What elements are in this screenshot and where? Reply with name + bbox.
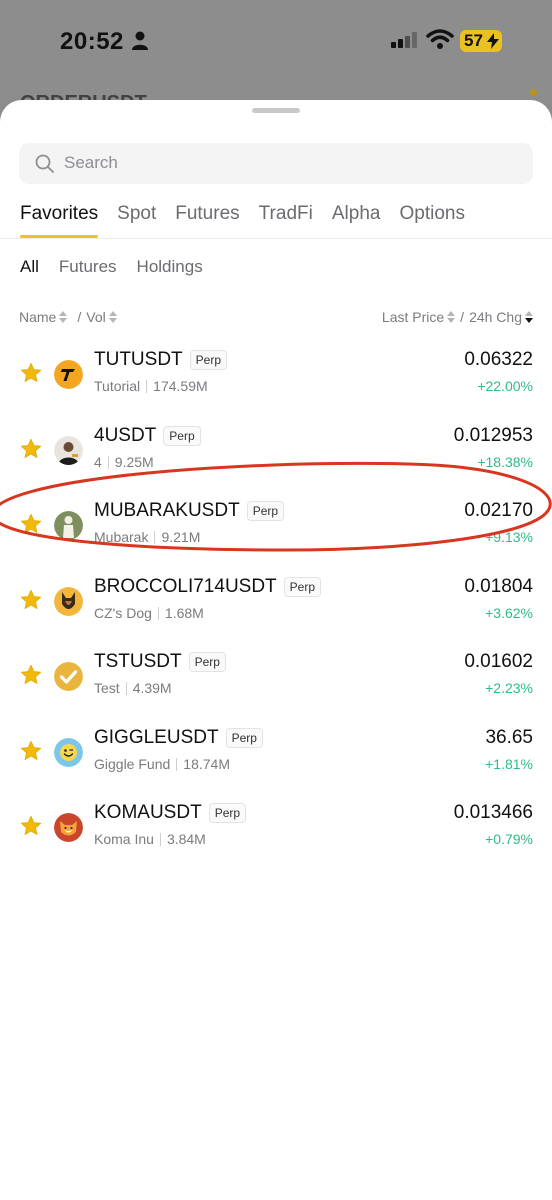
symbol: 4USDT (94, 425, 157, 446)
status-bar: 20:52 57 ORDERUSDT (0, 0, 552, 114)
change-percent: +2.23% (485, 680, 533, 696)
symbol: KOMAUSDT (94, 802, 202, 823)
cellular-signal-icon (391, 32, 417, 48)
koma-token-icon (54, 813, 83, 842)
perp-badge: Perp (246, 501, 285, 521)
volume: 1.68M (164, 605, 204, 621)
last-price: 0.01602 (464, 651, 533, 672)
asset-name: Giggle Fund (94, 756, 171, 772)
symbol: MUBARAKUSDT (94, 500, 240, 521)
volume: 18.74M (183, 756, 230, 772)
tab-favorites[interactable]: Favorites (20, 203, 99, 238)
perp-badge: Perp (208, 803, 247, 823)
change-percent: +9.13% (485, 529, 533, 545)
star-filled-icon[interactable] (20, 513, 42, 535)
column-header-price-change: Last Price / 24h Chg (382, 309, 533, 325)
battery-level: 57 (464, 31, 483, 50)
list-item[interactable]: MUBARAKUSDT Perp Mubarak 9.21M 0.02170 +9.… (0, 493, 552, 553)
volume: 4.39M (132, 680, 172, 696)
battery-indicator: 57 (460, 30, 502, 52)
tab-tradfi[interactable]: TradFi (259, 203, 313, 238)
list-item[interactable]: KOMAUSDT Perp Koma Inu 3.84M 0.013466 +0.7… (0, 795, 552, 855)
sort-by-last-price[interactable]: Last Price (382, 309, 444, 325)
dog-token-icon (54, 587, 83, 616)
last-price: 0.01804 (464, 576, 533, 597)
tab-options[interactable]: Options (399, 203, 464, 238)
tab-futures[interactable]: Futures (175, 203, 239, 238)
star-filled-icon[interactable] (20, 589, 42, 611)
subtab-futures[interactable]: Futures (59, 257, 117, 277)
last-price: 0.013466 (453, 802, 533, 823)
asset-name: Tutorial (94, 378, 141, 394)
tabs-divider (0, 238, 552, 239)
list-item[interactable]: GIGGLEUSDT Perp Giggle Fund 18.74M 36.65 +… (0, 720, 552, 780)
volume: 174.59M (153, 378, 208, 394)
wifi-icon (426, 29, 454, 49)
star-filled-icon[interactable] (20, 664, 42, 686)
volume: 3.84M (166, 831, 206, 847)
last-price: 0.06322 (464, 349, 533, 370)
giggle-token-icon (54, 738, 83, 767)
checkmark-token-icon (54, 662, 83, 691)
change-percent: +0.79% (485, 831, 533, 847)
list-item[interactable]: 4USDT Perp 4 9.25M 0.012953 +18.38% (0, 418, 552, 478)
asset-name: Koma Inu (94, 831, 154, 847)
asset-name: 4 (94, 454, 102, 470)
perp-badge: Perp (188, 652, 226, 672)
change-percent: +22.00% (477, 378, 533, 394)
sort-by-vol[interactable]: Vol (86, 309, 105, 325)
tab-alpha[interactable]: Alpha (332, 203, 381, 238)
subtab-all[interactable]: All (20, 257, 39, 277)
list-item[interactable]: BROCCOLI714USDT Perp CZ's Dog 1.68M 0.0180… (0, 569, 552, 629)
mubarak-token-icon (54, 511, 83, 540)
last-price: 0.012953 (453, 425, 533, 446)
list-item[interactable]: TUTUSDT Perp Tutorial 174.59M 0.06322 +22.… (0, 342, 552, 402)
list-item[interactable]: TSTUSDT Perp Test 4.39M 0.01602 +2.23% (0, 644, 552, 704)
star-filled-icon[interactable] (20, 362, 42, 384)
tab-spot[interactable]: Spot (117, 203, 156, 238)
subtab-holdings[interactable]: Holdings (137, 257, 203, 277)
perp-badge: Perp (163, 426, 201, 446)
sort-icon[interactable] (59, 310, 68, 324)
symbol: GIGGLEUSDT (94, 727, 219, 748)
asset-name: Test (94, 680, 120, 696)
change-percent: +1.81% (485, 756, 533, 772)
symbol: TSTUSDT (94, 651, 182, 672)
asset-name: CZ's Dog (94, 605, 152, 621)
search-placeholder: Search (64, 153, 118, 172)
notification-dot (530, 89, 537, 96)
search-input[interactable]: Search (19, 143, 533, 184)
perp-badge: Perp (189, 350, 228, 370)
perp-badge: Perp (225, 728, 263, 748)
4-token-icon (54, 436, 83, 465)
star-filled-icon[interactable] (20, 740, 42, 762)
sort-desc-icon[interactable] (525, 310, 533, 324)
star-filled-icon[interactable] (20, 815, 42, 837)
perp-badge: Perp (283, 577, 322, 597)
search-icon (35, 154, 54, 173)
asset-name: Mubarak (94, 529, 149, 545)
sort-icon[interactable] (108, 310, 117, 324)
charging-bolt-icon (487, 33, 499, 49)
person-icon (132, 31, 148, 50)
sort-by-change[interactable]: 24h Chg (469, 309, 522, 325)
clock: 20:52 (60, 28, 124, 55)
volume: 9.25M (114, 454, 154, 470)
change-percent: +18.38% (477, 454, 533, 470)
last-price: 0.02170 (464, 500, 533, 521)
sort-icon[interactable] (447, 310, 456, 324)
sort-by-name[interactable]: Name (19, 309, 56, 325)
last-price: 36.65 (485, 727, 533, 748)
volume: 9.21M (161, 529, 201, 545)
market-tabs: Favorites Spot Futures TradFi Alpha Opti… (20, 203, 465, 239)
symbol: TUTUSDT (94, 349, 183, 370)
sheet-grabber[interactable] (252, 108, 300, 113)
column-header-name-vol: Name / Vol (19, 309, 122, 325)
filter-subtabs: All Futures Holdings (20, 257, 203, 277)
tut-token-icon (54, 360, 83, 389)
favorites-sheet: Search Favorites Spot Futures TradFi Alp… (0, 100, 552, 1200)
star-filled-icon[interactable] (20, 438, 42, 460)
change-percent: +3.62% (485, 605, 533, 621)
symbol: BROCCOLI714USDT (94, 576, 277, 597)
